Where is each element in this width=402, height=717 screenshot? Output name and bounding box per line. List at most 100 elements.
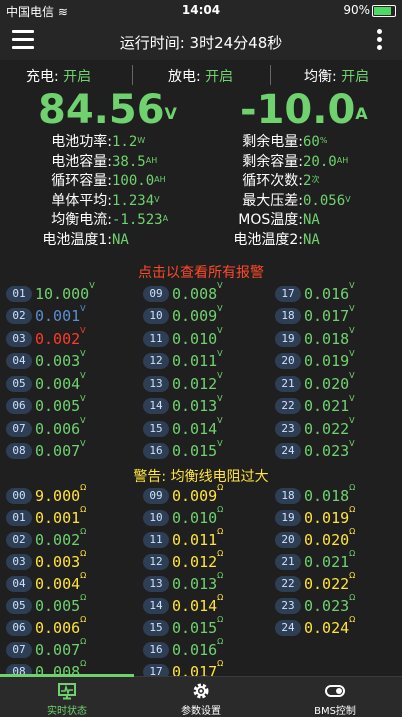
cell-unit: Ω bbox=[349, 527, 356, 536]
left_info-label: 循环容量: bbox=[51, 173, 112, 189]
cell-unit: Ω bbox=[349, 549, 356, 558]
charge-switch[interactable]: 充电: 开启 bbox=[26, 66, 91, 86]
right_info-unit: AH bbox=[336, 155, 349, 165]
cell-value: 0.019 bbox=[304, 352, 350, 370]
cell-unit: V bbox=[349, 438, 355, 448]
cell-value: 0.019 bbox=[304, 508, 350, 527]
left_info-label: 电池容量: bbox=[51, 153, 112, 170]
cell-index-badge: 09 bbox=[143, 487, 169, 504]
right_info-value: 60 bbox=[303, 134, 320, 150]
left_info-label: 电池温度1: bbox=[42, 231, 112, 248]
cell-unit: Ω bbox=[349, 571, 356, 580]
cell-item: 07 0.006V bbox=[6, 416, 86, 439]
right_info-unit: % bbox=[319, 136, 328, 145]
cell-value: 0.005 bbox=[35, 596, 81, 615]
cell-unit: Ω bbox=[80, 615, 87, 624]
cell-item: 15 0.014V bbox=[143, 416, 223, 439]
cell-item: 12 0.012Ω bbox=[143, 549, 224, 572]
cell-value: 9.000 bbox=[35, 486, 81, 505]
cell-unit: V bbox=[349, 348, 355, 358]
cell-value: 0.023 bbox=[304, 596, 350, 615]
left_info-row: 电池容量: 38.5AH bbox=[0, 152, 200, 172]
main-readings: 84.56V -10.0A bbox=[0, 88, 402, 132]
cell-unit: V bbox=[217, 393, 223, 403]
cell-item: 20 0.019V bbox=[275, 348, 355, 372]
cell-item: 01 0.001Ω bbox=[6, 505, 87, 528]
cell-index-badge: 22 bbox=[275, 398, 301, 414]
cell-index-badge: 18 bbox=[275, 487, 301, 504]
cell-unit: Ω bbox=[217, 659, 224, 668]
right_info-label: 循环次数: bbox=[242, 173, 303, 189]
cell-index-badge: 07 bbox=[6, 420, 32, 437]
cell-value: 0.008 bbox=[172, 284, 218, 303]
cell-item: 05 0.004V bbox=[6, 371, 86, 394]
cell-index-badge: 19 bbox=[275, 330, 301, 347]
cell-item: 03 0.003Ω bbox=[6, 549, 87, 572]
cell-value: 0.006 bbox=[35, 419, 81, 438]
cell-item: 23 0.023Ω bbox=[275, 593, 355, 616]
cell-unit: V bbox=[349, 416, 355, 425]
cell-index-badge: 04 bbox=[6, 575, 32, 592]
cell-item: 03 0.002V bbox=[6, 326, 86, 349]
cell-value: 0.020 bbox=[304, 530, 350, 549]
right_info-row: 剩余容量: 20.0AH bbox=[200, 152, 402, 172]
cell-unit: Ω bbox=[80, 549, 87, 558]
cell-value: 0.013 bbox=[172, 397, 218, 415]
alarm-link[interactable]: 点击以查看所有报警 bbox=[0, 262, 402, 282]
cell-item: 00 9.000Ω bbox=[6, 483, 86, 506]
cell-value: 0.011 bbox=[172, 530, 218, 549]
cell-value: 0.002 bbox=[35, 530, 81, 549]
switch-status-row: 充电: 开启 放电: 开启 均衡: 开启 bbox=[0, 62, 402, 88]
cell-unit: Ω bbox=[217, 483, 224, 492]
battery-indicator: 90% bbox=[343, 3, 396, 17]
cell-value: 0.015 bbox=[172, 618, 218, 637]
cell-value: 0.001 bbox=[35, 307, 81, 325]
right_info-label: 电池温度2: bbox=[233, 231, 303, 248]
cell-index-badge: 05 bbox=[6, 375, 32, 392]
left_info-value: NA bbox=[112, 231, 129, 248]
tab-bms-control[interactable]: BMS控制 bbox=[268, 677, 402, 717]
tab-settings[interactable]: 参数设置 bbox=[134, 677, 268, 717]
tab-realtime[interactable]: 实时状态 bbox=[0, 677, 134, 717]
cell-value: 0.013 bbox=[172, 574, 218, 593]
discharge-switch[interactable]: 放电: 开启 bbox=[168, 66, 233, 86]
cell-index-badge: 11 bbox=[143, 531, 169, 548]
cell-index-badge: 10 bbox=[143, 308, 169, 324]
cell-unit: V bbox=[217, 326, 223, 335]
cell-unit: Ω bbox=[80, 527, 87, 536]
cell-value: 0.003 bbox=[35, 352, 81, 370]
cell-value: 0.011 bbox=[172, 352, 218, 370]
right_info-label: MOS温度: bbox=[238, 212, 303, 228]
toggle-icon bbox=[325, 682, 345, 700]
cell-unit: V bbox=[349, 281, 355, 290]
cell-item: 17 0.016V bbox=[275, 281, 355, 304]
cell-index-badge: 05 bbox=[6, 597, 32, 614]
cell-item: 14 0.014Ω bbox=[143, 593, 223, 616]
left_info-value: 1.2 bbox=[112, 134, 138, 150]
monitor-icon bbox=[57, 682, 77, 700]
more-options-icon[interactable] bbox=[377, 29, 382, 53]
cell-unit: Ω bbox=[349, 615, 356, 624]
cell-index-badge: 13 bbox=[143, 375, 169, 392]
cell-value: 0.022 bbox=[304, 574, 350, 593]
right_info-row: 剩余电量: 60% bbox=[200, 132, 402, 152]
cell-unit: Ω bbox=[217, 549, 224, 558]
cell-index-badge: 03 bbox=[6, 553, 32, 570]
cell-value: 0.007 bbox=[35, 640, 81, 659]
cell-item: 10 0.010Ω bbox=[143, 505, 223, 528]
cell-unit: Ω bbox=[349, 483, 356, 492]
cell-item: 19 0.018V bbox=[275, 326, 355, 349]
cell-unit: V bbox=[217, 371, 223, 380]
cell-unit: Ω bbox=[80, 571, 87, 580]
cell-unit: Ω bbox=[80, 505, 87, 514]
right_info-value: NA bbox=[303, 212, 320, 228]
cell-value: 0.010 bbox=[172, 508, 218, 527]
cell-item: 10 0.009V bbox=[143, 304, 223, 327]
balance-switch[interactable]: 均衡: 开启 bbox=[304, 66, 369, 86]
cell-value: 10.000 bbox=[35, 284, 90, 303]
cell-index-badge: 17 bbox=[275, 285, 301, 302]
cell-unit: V bbox=[349, 326, 355, 335]
cell-index-badge: 06 bbox=[6, 619, 32, 636]
cell-value: 0.012 bbox=[172, 374, 218, 393]
left_info-unit: W bbox=[137, 136, 146, 145]
